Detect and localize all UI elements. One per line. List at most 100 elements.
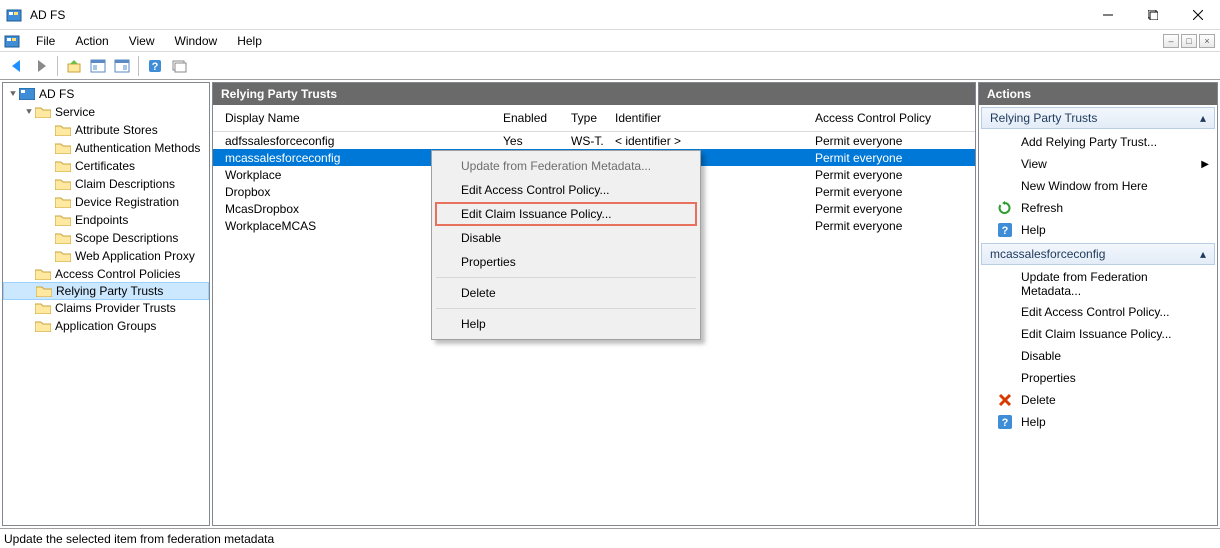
toolbar-separator (138, 56, 139, 76)
actions-group-selection[interactable]: mcassalesforceconfig ▴ (981, 243, 1215, 265)
tree-item[interactable]: Web Application Proxy (3, 247, 209, 265)
tree-label: Authentication Methods (75, 141, 200, 155)
actions-group-title: Relying Party Trusts (990, 111, 1097, 125)
context-menu: Update from Federation Metadata...Edit A… (431, 150, 701, 340)
table-row[interactable]: adfssalesforceconfigYesWS-T...< identifi… (213, 132, 975, 149)
actions-group-rpt[interactable]: Relying Party Trusts ▴ (981, 107, 1215, 129)
svg-text:?: ? (1002, 225, 1009, 237)
menu-file[interactable]: File (26, 31, 65, 51)
help-icon: ? (997, 414, 1013, 430)
tree-item[interactable]: Application Groups (3, 317, 209, 335)
properties-button[interactable] (111, 55, 133, 77)
context-menu-item[interactable]: Edit Access Control Policy... (435, 178, 697, 202)
close-button[interactable] (1175, 0, 1220, 30)
toolbar: ? (0, 52, 1220, 80)
help-button[interactable]: ? (144, 55, 166, 77)
folder-icon (55, 196, 71, 208)
col-identifier[interactable]: Identifier (603, 105, 803, 131)
show-hide-tree-button[interactable] (87, 55, 109, 77)
blank-icon (997, 178, 1013, 194)
menu-action[interactable]: Action (65, 31, 118, 51)
mdi-close[interactable]: × (1199, 34, 1215, 48)
actions-item[interactable]: Edit Claim Issuance Policy... (979, 323, 1217, 345)
actions-item[interactable]: New Window from Here (979, 175, 1217, 197)
context-menu-item[interactable]: Properties (435, 250, 697, 274)
tree-item[interactable]: Scope Descriptions (3, 229, 209, 247)
col-type[interactable]: Type (559, 105, 603, 131)
expand-icon[interactable]: ⯆ (23, 107, 35, 118)
adfs-icon (19, 88, 35, 100)
folder-icon (35, 106, 51, 118)
actions-item[interactable]: Delete (979, 389, 1217, 411)
actions-item[interactable]: Disable (979, 345, 1217, 367)
tree-item[interactable]: Attribute Stores (3, 121, 209, 139)
toolbar-separator (57, 56, 58, 76)
folder-icon (35, 302, 51, 314)
actions-item[interactable]: ? Help (979, 411, 1217, 433)
menu-window[interactable]: Window (165, 31, 228, 51)
blank-icon (997, 156, 1013, 172)
col-acp[interactable]: Access Control Policy (803, 105, 963, 131)
actions-item[interactable]: Add Relying Party Trust... (979, 131, 1217, 153)
tree-item[interactable]: Endpoints (3, 211, 209, 229)
actions-group-title: mcassalesforceconfig (990, 247, 1105, 261)
tree-label: Application Groups (55, 319, 156, 333)
window-title: AD FS (28, 8, 65, 22)
tree-item[interactable]: Relying Party Trusts (3, 282, 209, 300)
up-button[interactable] (63, 55, 85, 77)
actions-item[interactable]: Refresh (979, 197, 1217, 219)
col-enabled[interactable]: Enabled (491, 105, 559, 131)
folder-icon (55, 178, 71, 190)
status-text: Update the selected item from federation… (4, 532, 274, 546)
back-button[interactable] (6, 55, 28, 77)
folder-icon (55, 214, 71, 226)
tree-label: Attribute Stores (75, 123, 158, 137)
minimize-button[interactable] (1085, 0, 1130, 30)
tree-root[interactable]: ⯆ AD FS (3, 85, 209, 103)
actions-item[interactable]: Update from Federation Metadata... (979, 267, 1217, 301)
actions-item[interactable]: ?Help (979, 219, 1217, 241)
actions-item-label: Disable (1021, 349, 1061, 363)
forward-button[interactable] (30, 55, 52, 77)
tree-item[interactable]: Authentication Methods (3, 139, 209, 157)
context-menu-item[interactable]: Edit Claim Issuance Policy... (435, 202, 697, 226)
actions-item-label: Add Relying Party Trust... (1021, 135, 1157, 149)
collapse-icon[interactable]: ▴ (1200, 247, 1206, 261)
context-menu-item[interactable]: Disable (435, 226, 697, 250)
tree-label: AD FS (39, 87, 74, 101)
svg-text:?: ? (1002, 417, 1009, 429)
tree-label: Device Registration (75, 195, 179, 209)
tree-service[interactable]: ⯆ Service (3, 103, 209, 121)
context-menu-item: Update from Federation Metadata... (435, 154, 697, 178)
actions-item[interactable]: Edit Access Control Policy... (979, 301, 1217, 323)
tree-item[interactable]: Device Registration (3, 193, 209, 211)
tree-item[interactable]: Claims Provider Trusts (3, 299, 209, 317)
actions-item-label: Delete (1021, 393, 1056, 407)
expand-icon[interactable]: ⯆ (7, 89, 19, 100)
menu-bar: File Action View Window Help – □ × (0, 30, 1220, 52)
mdi-restore[interactable]: □ (1181, 34, 1197, 48)
menu-view[interactable]: View (119, 31, 165, 51)
mdi-minimize[interactable]: – (1163, 34, 1179, 48)
tree-item[interactable]: Claim Descriptions (3, 175, 209, 193)
collapse-icon[interactable]: ▴ (1200, 111, 1206, 125)
blank-icon (997, 348, 1013, 364)
new-window-button[interactable] (168, 55, 190, 77)
tree-pane[interactable]: ⯆ AD FS ⯆ Service Attribute Stores Authen… (2, 82, 210, 526)
actions-item[interactable]: Properties (979, 367, 1217, 389)
blank-icon (997, 326, 1013, 342)
actions-item[interactable]: View▶ (979, 153, 1217, 175)
folder-icon (55, 160, 71, 172)
actions-item-label: Help (1021, 415, 1046, 429)
col-display-name[interactable]: Display Name (213, 105, 491, 131)
context-menu-item[interactable]: Delete (435, 281, 697, 305)
blank-icon (997, 304, 1013, 320)
maximize-button[interactable] (1130, 0, 1175, 30)
refresh-icon (997, 200, 1013, 216)
context-menu-item[interactable]: Help (435, 312, 697, 336)
tree-item[interactable]: Certificates (3, 157, 209, 175)
tree-item[interactable]: Access Control Policies (3, 265, 209, 283)
actions-header: Actions (979, 83, 1217, 105)
menu-help[interactable]: Help (227, 31, 272, 51)
tree-label: Access Control Policies (55, 267, 180, 281)
